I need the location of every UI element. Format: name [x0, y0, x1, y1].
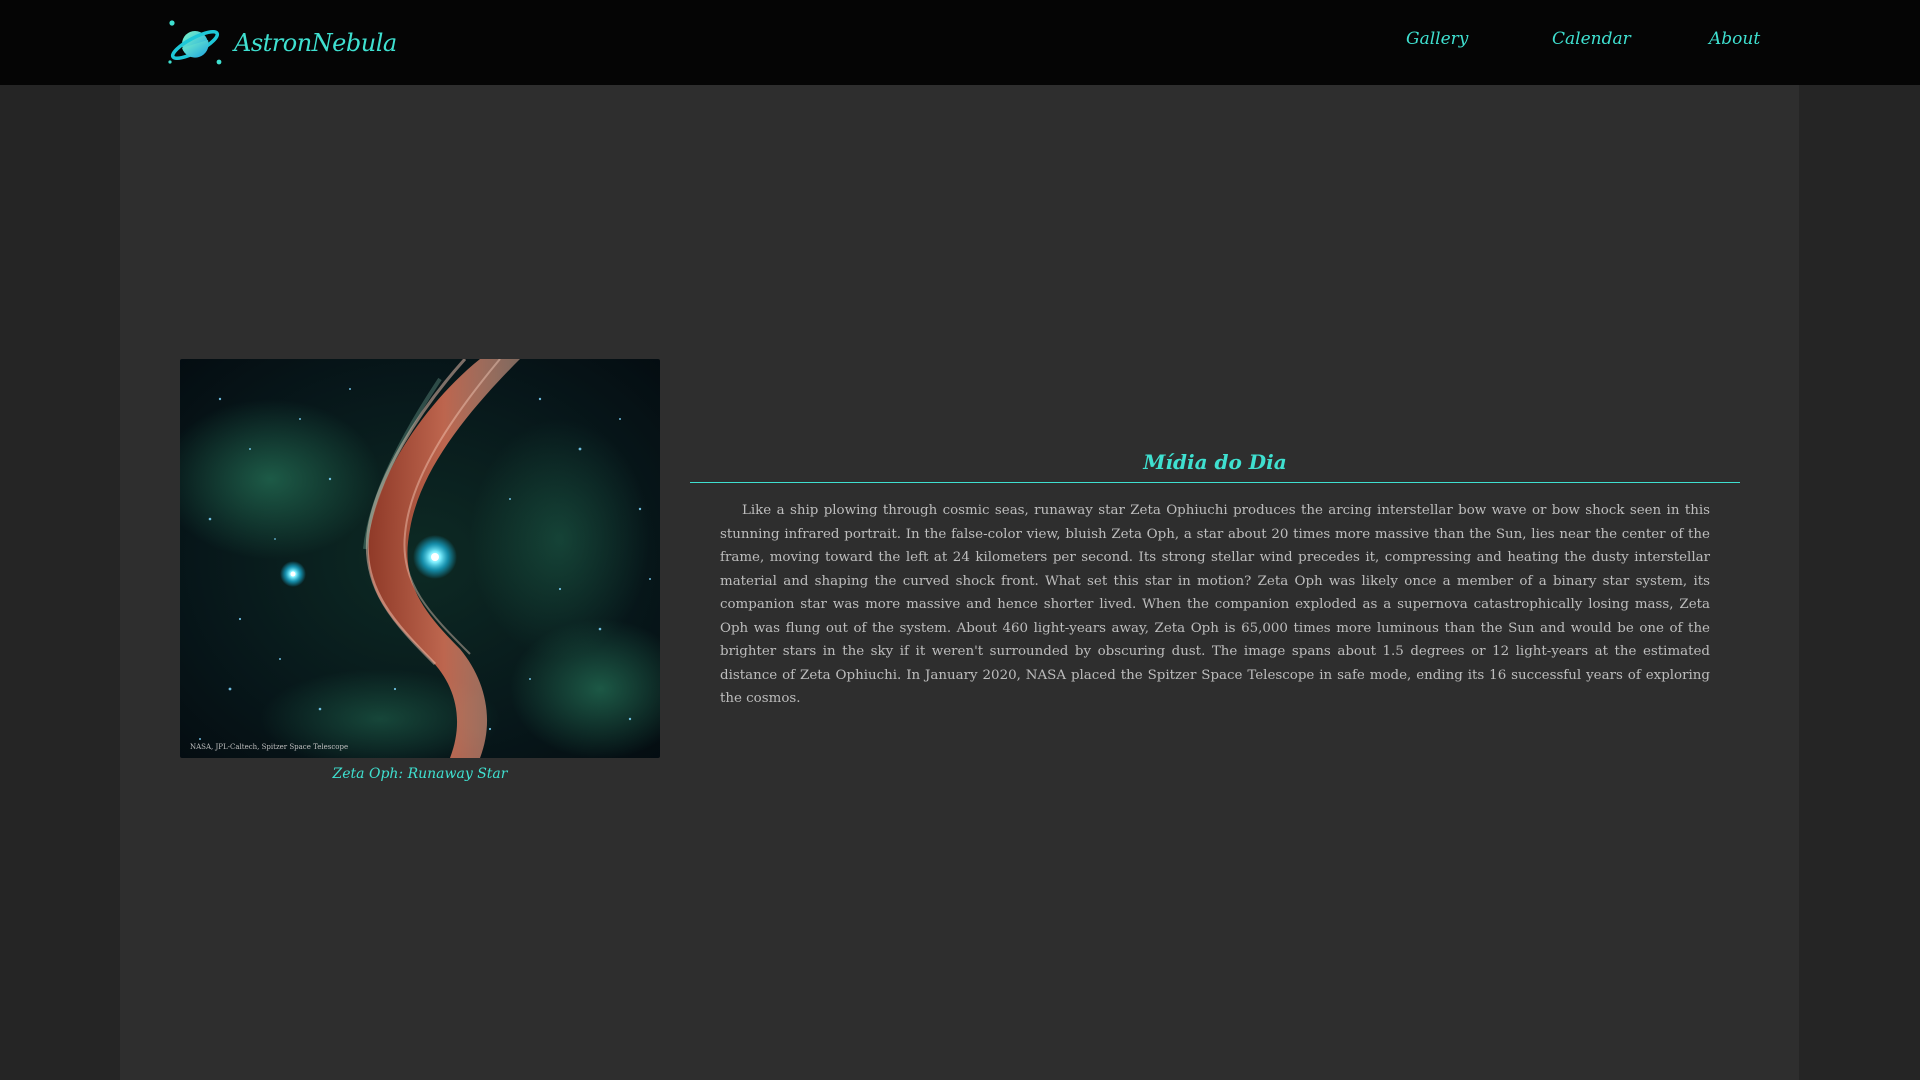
image-credit: NASA, JPL-Caltech, Spitzer Space Telesco… — [190, 743, 348, 751]
brand-name: AstronNebula — [234, 29, 397, 57]
media-figure: NASA, JPL-Caltech, Spitzer Space Telesco… — [180, 359, 660, 782]
media-of-the-day-section: Mídia do Dia Like a ship plowing through… — [690, 450, 1740, 711]
nebula-image[interactable]: NASA, JPL-Caltech, Spitzer Space Telesco… — [180, 359, 660, 758]
brand-home-link[interactable]: AstronNebula — [166, 18, 397, 68]
planet-icon — [168, 20, 222, 65]
nav-gallery-link[interactable]: Gallery — [1406, 29, 1468, 49]
nav-calendar-link[interactable]: Calendar — [1552, 29, 1631, 49]
nav-about-link[interactable]: About — [1709, 29, 1760, 49]
media-description: Like a ship plowing through cosmic seas,… — [720, 503, 1710, 706]
section-title: Mídia do Dia — [690, 450, 1740, 483]
top-navbar: AstronNebula Gallery Calendar About — [0, 0, 1920, 85]
media-caption: Zeta Oph: Runaway Star — [332, 766, 508, 782]
main-content: NASA, JPL-Caltech, Spitzer Space Telesco… — [120, 85, 1799, 1080]
